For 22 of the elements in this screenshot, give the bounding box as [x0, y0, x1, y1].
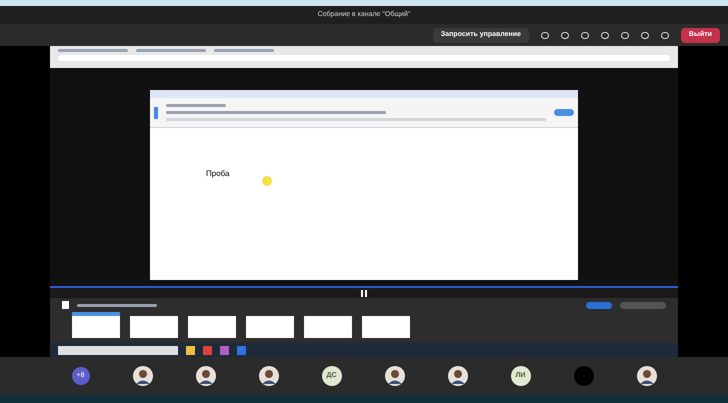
document-icon [62, 301, 69, 309]
participant-avatar [574, 366, 594, 386]
person-avatar [132, 366, 152, 386]
toolbar-icon[interactable] [640, 32, 649, 38]
cursor-highlight [262, 176, 272, 186]
search-field[interactable] [58, 346, 178, 354]
docs-logo-icon [154, 106, 158, 118]
person-avatar [196, 366, 216, 386]
toolbar-icon[interactable] [620, 32, 629, 38]
toolbar-icon[interactable] [560, 32, 569, 38]
person-avatar [636, 366, 656, 386]
toolbar-icon[interactable] [540, 32, 549, 38]
person-avatar [258, 366, 278, 386]
tab-thumbnail[interactable] [72, 312, 120, 338]
toolbar-icon[interactable] [580, 32, 589, 38]
action-button[interactable] [586, 302, 612, 308]
toolbar-icon[interactable] [600, 32, 609, 38]
share-button[interactable] [554, 109, 574, 116]
document-text: Проба [206, 168, 230, 180]
person-avatar [448, 366, 468, 386]
toolbar-icon[interactable] [660, 32, 669, 38]
person-avatar [384, 366, 404, 386]
